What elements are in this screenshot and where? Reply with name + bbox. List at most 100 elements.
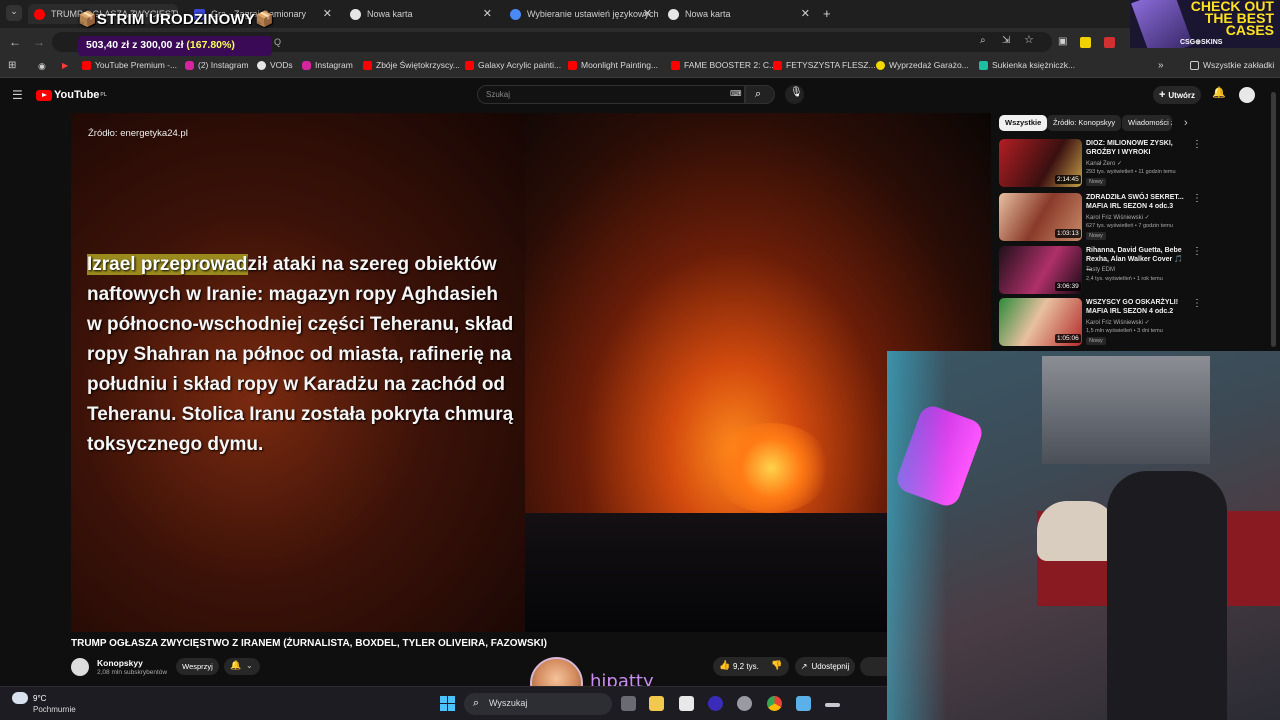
notification-button[interactable]: 🔔 ⌄ — [224, 658, 260, 675]
all-bookmarks[interactable]: Wszystkie zakładki — [1190, 60, 1274, 70]
chevron-right-icon[interactable]: » — [1158, 61, 1164, 71]
tab-new-2[interactable]: Nowa karta ✕ — [664, 4, 816, 24]
gaming-chair — [1107, 471, 1227, 720]
discord-icon[interactable] — [737, 696, 752, 711]
zoom-icon[interactable]: ⌕ — [980, 36, 986, 46]
video-duration: 3:06:39 — [1055, 282, 1081, 291]
video-title[interactable]: ZDRADZIŁA SWÓJ SEKRET... MAFIA IRL SEZON… — [1086, 193, 1188, 211]
github-icon[interactable]: ◉ — [38, 62, 46, 71]
new-tab-icon[interactable]: + — [823, 7, 831, 20]
avatar[interactable] — [1239, 87, 1255, 103]
apps-icon[interactable]: ⊞ — [8, 61, 16, 71]
video-title[interactable]: WSZYSCY GO OSKARŻYLI! MAFIA IRL SEZON 4 … — [1086, 298, 1188, 316]
keyboard-icon[interactable]: ⌨ — [730, 90, 742, 98]
install-icon[interactable]: ⇲ — [1002, 36, 1010, 46]
video-meta: 627 tys. wyświetleń • 7 godzin temu — [1086, 223, 1173, 229]
app-icon[interactable] — [825, 703, 840, 707]
subscriber-count: 2,08 mln subskrybentów — [97, 669, 168, 676]
like-button[interactable]: 👍 9,2 tys. 👎 — [713, 657, 789, 676]
share-label: Udostępnij — [811, 662, 850, 671]
windows-start-icon[interactable] — [440, 696, 456, 712]
weather-description[interactable]: Pochmurnie — [33, 705, 76, 714]
chrome-icon — [350, 8, 361, 20]
weather-temperature[interactable]: 9°C — [33, 694, 46, 703]
forward-icon[interactable]: → — [33, 36, 45, 48]
channel-name[interactable]: Tasty EDM — [1086, 267, 1115, 273]
bookmark-instagram[interactable]: Instagram — [302, 60, 353, 70]
thumbs-down-icon[interactable]: 👎 — [771, 661, 782, 670]
extension-icon[interactable]: ▣ — [1058, 37, 1067, 47]
app-icon[interactable] — [708, 696, 723, 711]
list-item[interactable]: 1:05:06 WSZYSCY GO OSKARŻYLI! MAFIA IRL … — [999, 298, 1269, 348]
tab-search-button[interactable]: ⌄ — [6, 5, 22, 21]
list-item[interactable]: 3:06:39 Rihanna, David Guetta, Bebe Rexh… — [999, 246, 1269, 296]
youtube-icon — [34, 8, 45, 20]
more-options-icon[interactable]: ⋮ — [1192, 193, 1202, 204]
more-options-icon[interactable]: ⋮ — [1192, 246, 1202, 257]
search-button[interactable]: ⌕ — [745, 85, 775, 104]
youtube-icon[interactable]: ▶ — [62, 62, 68, 70]
channel-name[interactable]: Kanał Zero ✓ — [1086, 160, 1122, 167]
extension-red-icon[interactable] — [1104, 37, 1115, 48]
bookmark-zboje[interactable]: Zbóje Świętokrzyscy... — [363, 60, 460, 70]
scrollbar[interactable] — [1271, 92, 1276, 347]
create-label: Utwórz — [1168, 90, 1196, 100]
create-button[interactable]: + Utwórz — [1153, 86, 1201, 104]
video-meta: 2,4 tys. wyświetleń • 1 rok temu — [1086, 276, 1163, 282]
taskbar-search[interactable]: ⌕ Wyszukaj — [464, 693, 612, 715]
channel-avatar[interactable] — [71, 658, 89, 676]
back-icon[interactable]: ← — [9, 36, 21, 48]
thumbs-up-icon: 👍 — [719, 660, 731, 670]
bookmark-fame-booster[interactable]: FAME BOOSTER 2: C... — [671, 60, 776, 70]
channel-name[interactable]: Karol Friz Wiśniewski ✓ — [1086, 214, 1150, 221]
video-title: TRUMP OGŁASZA ZWYCIĘSTWO Z IRANEM (ŻURNA… — [71, 638, 547, 649]
share-button[interactable]: ↗ Udostępnij — [795, 657, 855, 676]
store-icon[interactable] — [679, 696, 694, 711]
caption-highlight: Izrael przeprowad — [87, 254, 248, 275]
support-button[interactable]: Wesprzyj — [176, 658, 219, 675]
chip-news[interactable]: Wiadomości z — [1122, 115, 1172, 131]
bookmark-sukienka[interactable]: Sukienka księżniczk... — [979, 60, 1075, 70]
bookmark-youtube-premium[interactable]: YouTube Premium -... — [82, 60, 177, 70]
notepad-icon[interactable] — [796, 696, 811, 711]
bookmark-wyprzedaz[interactable]: Wyprzedaż Garażo... — [876, 60, 969, 70]
menu-icon[interactable]: ☰ — [12, 89, 23, 101]
ad-banner[interactable]: CHECK OUT THE BEST CASES CSG⊕SKINS — [1130, 0, 1280, 48]
bookmark-galaxy[interactable]: Galaxy Acrylic painti... — [465, 60, 561, 70]
bookmark-label: VODs — [270, 60, 293, 70]
bookmark-star-icon[interactable]: ☆ — [1024, 35, 1034, 46]
youtube-logo[interactable]: YouTube PL — [36, 89, 107, 101]
tab-new-1[interactable]: Nowa karta ✕ — [346, 4, 498, 24]
ad-brand: CSG⊕SKINS — [1180, 39, 1223, 46]
search-input[interactable]: Szukaj ⌨ — [477, 85, 745, 104]
bell-icon[interactable]: 🔔 — [1212, 88, 1226, 99]
task-view-icon[interactable] — [621, 696, 636, 711]
list-item[interactable]: 1:03:13 ZDRADZIŁA SWÓJ SEKRET... MAFIA I… — [999, 193, 1269, 243]
more-options-icon[interactable]: ⋮ — [1192, 139, 1202, 150]
bookmark-instagram-2[interactable]: (2) Instagram — [185, 60, 249, 70]
bookmark-fetyszysta[interactable]: FETYSZYSTA FLESZ... — [773, 60, 876, 70]
save-button[interactable] — [860, 657, 887, 676]
search-icon — [510, 8, 521, 20]
channel-name[interactable]: Konopskyy — [97, 658, 143, 668]
list-item[interactable]: 2:14:45 DIOZ: MILIONOWE ZYSKI, GROŹBY I … — [999, 139, 1269, 189]
extension-k-icon[interactable] — [1080, 37, 1091, 48]
cloud-icon[interactable] — [12, 692, 28, 704]
chevron-right-icon[interactable]: › — [1184, 118, 1188, 129]
voice-search-button[interactable]: 🎙 — [785, 85, 804, 104]
video-title[interactable]: DIOZ: MILIONOWE ZYSKI, GROŹBY I WYROKI — [1086, 139, 1188, 157]
chip-all[interactable]: Wszystkie — [999, 115, 1048, 131]
close-icon[interactable]: ✕ — [483, 7, 492, 20]
chrome-icon[interactable] — [767, 696, 782, 711]
close-icon[interactable]: ✕ — [801, 7, 810, 20]
channel-name[interactable]: Karol Friz Wiśniewski ✓ — [1086, 319, 1150, 326]
close-icon[interactable]: ✕ — [323, 7, 332, 20]
tab-language[interactable]: Wybieranie ustawień językowych ✕ — [506, 4, 658, 24]
chip-source[interactable]: Źródło: Konopskyy — [1047, 115, 1122, 131]
bookmark-vods[interactable]: VODs — [257, 60, 293, 70]
file-explorer-icon[interactable] — [649, 696, 664, 711]
close-icon[interactable]: ✕ — [643, 7, 652, 20]
more-options-icon[interactable]: ⋮ — [1192, 298, 1202, 309]
stream-title: 📦STRIM URODZINOWY📦 — [78, 11, 274, 28]
bookmark-moonlight[interactable]: Moonlight Painting... — [568, 60, 658, 70]
